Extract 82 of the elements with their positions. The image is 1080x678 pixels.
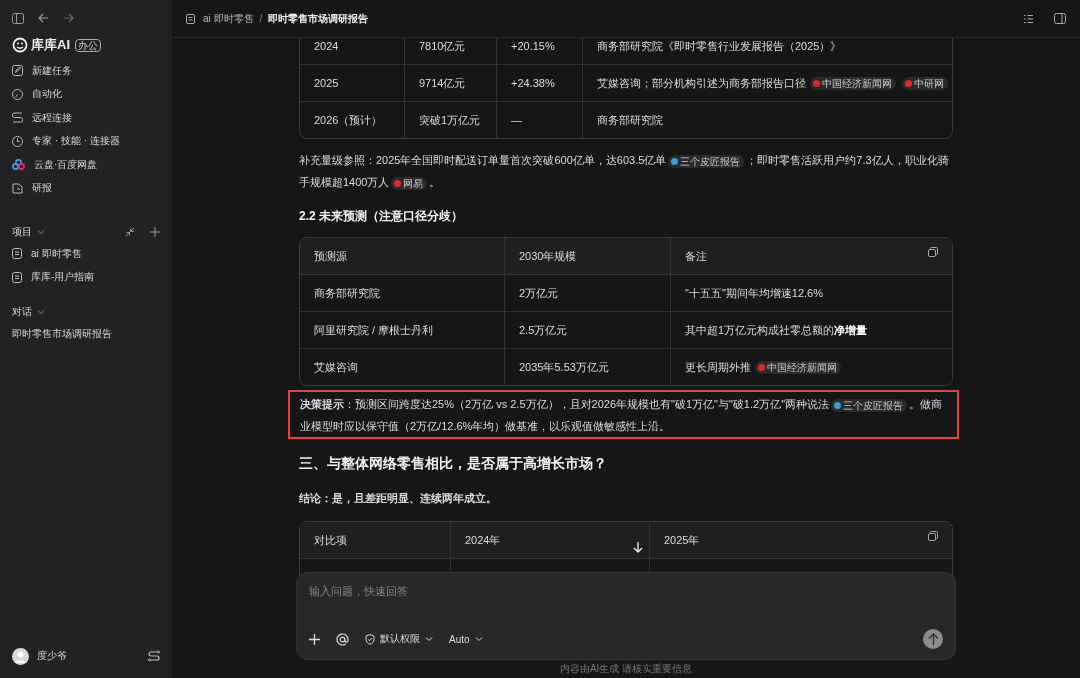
nav-item[interactable]: 研报 xyxy=(12,176,160,200)
column-header: 2030年规模 xyxy=(504,238,670,274)
breadcrumb-separator: / xyxy=(259,13,263,24)
copy-icon[interactable] xyxy=(928,531,938,541)
table-cell: +20.15% xyxy=(511,40,555,52)
caret-icon xyxy=(425,636,433,642)
source-link[interactable]: 三个皮匠报告 xyxy=(668,154,745,168)
column-header: 预测源 xyxy=(313,248,348,264)
user-name[interactable]: 度少爷 xyxy=(37,649,67,663)
document-icon xyxy=(12,248,22,260)
brand-badge: 办公 xyxy=(75,38,101,52)
source-link[interactable]: 三个皮匠报告 xyxy=(831,398,908,412)
document-icon xyxy=(12,271,22,283)
paragraph: 补充量级参照：2025年全国即时配送订单量首次突破600亿单，达603.5亿单 三个皮匠报告 ；即时零售活跃用户约7.3亿人，职业化骑手规模超1400万人 网易 。 xyxy=(299,153,950,192)
document-icon xyxy=(186,13,195,24)
column-header: 对比项 xyxy=(313,532,348,548)
breadcrumb-link[interactable]: ai 即时零售 xyxy=(203,11,254,26)
table-cell: 商务部研究院 xyxy=(597,112,663,128)
page-title: 即时零售市场调研报告 xyxy=(268,11,369,26)
paragraph: 结论：是，且差距明显、连续两年成立。 xyxy=(299,491,498,506)
route-icon xyxy=(12,112,23,124)
table-cell: 2026（预计） xyxy=(314,112,383,128)
model-dropdown[interactable]: Auto xyxy=(449,633,483,645)
panel-toggle-icon[interactable] xyxy=(1054,13,1066,24)
clock-icon xyxy=(12,88,23,100)
edit-icon xyxy=(12,65,23,77)
smiley-logo-icon xyxy=(12,37,28,53)
section-title[interactable]: 对话 xyxy=(12,305,32,319)
avatar-icon[interactable] xyxy=(12,647,29,665)
document-icon xyxy=(12,182,23,194)
back-icon[interactable] xyxy=(38,13,49,23)
section-title[interactable]: 项目 xyxy=(12,225,32,239)
section-heading: 三、与整体网络零售相比，是否属于高增长市场？ xyxy=(299,455,608,473)
route-icon[interactable] xyxy=(148,650,160,662)
brand-name: 库库AI xyxy=(31,36,70,54)
table-cell: 2035年5.53万亿元 xyxy=(519,359,609,375)
table-cell: 艾媒咨询；部分机构引述为商务部报告口径 xyxy=(597,75,806,91)
table-cell: 2024 xyxy=(314,40,339,52)
table-cell: 突破1万亿元 xyxy=(419,112,481,128)
project-item[interactable]: ai 即时零售 xyxy=(12,242,160,266)
copy-icon[interactable] xyxy=(928,247,938,257)
table-cell: 2025 xyxy=(314,77,339,89)
nav-item[interactable]: 专家 · 技能 · 连接器 xyxy=(12,129,160,153)
table-cell: 商务部研究院 xyxy=(314,285,380,301)
timer-icon xyxy=(12,135,23,147)
source-link[interactable]: 中国经济新闻网 xyxy=(755,360,841,374)
nav-item[interactable]: 云盘·百度网盘 xyxy=(12,153,160,177)
shield-icon xyxy=(365,633,375,645)
list-icon[interactable] xyxy=(1023,13,1034,24)
table-cell: 2.5万亿元 xyxy=(519,322,568,338)
table-cell: "十五五"期间年均增速12.6% xyxy=(685,285,823,301)
forward-icon[interactable] xyxy=(63,13,74,23)
conversation-item[interactable]: 即时零售市场调研报告 xyxy=(12,322,160,346)
caret-icon xyxy=(474,636,483,642)
sidebar-toggle-icon[interactable] xyxy=(12,12,24,24)
project-item[interactable]: 库库-用户指南 xyxy=(12,265,160,289)
permission-dropdown[interactable]: 默认权限 xyxy=(365,632,433,646)
send-button[interactable] xyxy=(923,629,943,649)
collapse-icon[interactable] xyxy=(125,227,135,237)
table-cell: 7810亿元 xyxy=(419,38,466,54)
source-link[interactable]: 网易 xyxy=(391,176,428,190)
table-cell: 阿里研究院 / 摩根士丹利 xyxy=(314,322,434,338)
table-cell: 商务部研究院《即时零售行业发展报告（2025）》 xyxy=(597,38,842,54)
nav-item[interactable]: 自动化 xyxy=(12,82,160,106)
arrow-up-icon xyxy=(927,633,939,645)
arrow-down-icon xyxy=(633,541,643,553)
mention-icon[interactable] xyxy=(336,632,349,646)
section-subheading: 2.2 未来预测（注意口径分歧） xyxy=(299,208,464,225)
source-link[interactable]: 中国经济新闻网 xyxy=(810,76,896,90)
nav-item[interactable]: 新建任务 xyxy=(12,59,160,83)
table-cell: 艾媒咨询 xyxy=(314,359,358,375)
table-cell: 其中超1万亿元构成社零总额的净增量 xyxy=(685,322,868,338)
table-cell: 9714亿元 xyxy=(419,75,466,91)
nav-item[interactable]: 远程连接 xyxy=(12,106,160,130)
callout-paragraph: 决策提示：预测区间跨度达25%（2万亿 vs 2.5万亿），且对2026年规模也有"破1万亿"与"破1.2万亿"两种说法 三个皮匠报告 。做商业模型时应以保守值（2万亿/12.6%年均）做基准，以乐观值做敏感性上沿。 xyxy=(288,390,959,439)
table-cell: 2万亿元 xyxy=(519,285,559,301)
table-cell: — xyxy=(511,114,522,126)
question-field[interactable]: 输入问题，快速回答 默认权限 Auto xyxy=(296,572,956,660)
table-cell: 更长周期外推 xyxy=(685,359,751,375)
source-link[interactable]: 中研网 xyxy=(902,76,948,90)
cloud-drive-icon xyxy=(12,159,25,171)
table-cell: +24.38% xyxy=(511,77,555,89)
